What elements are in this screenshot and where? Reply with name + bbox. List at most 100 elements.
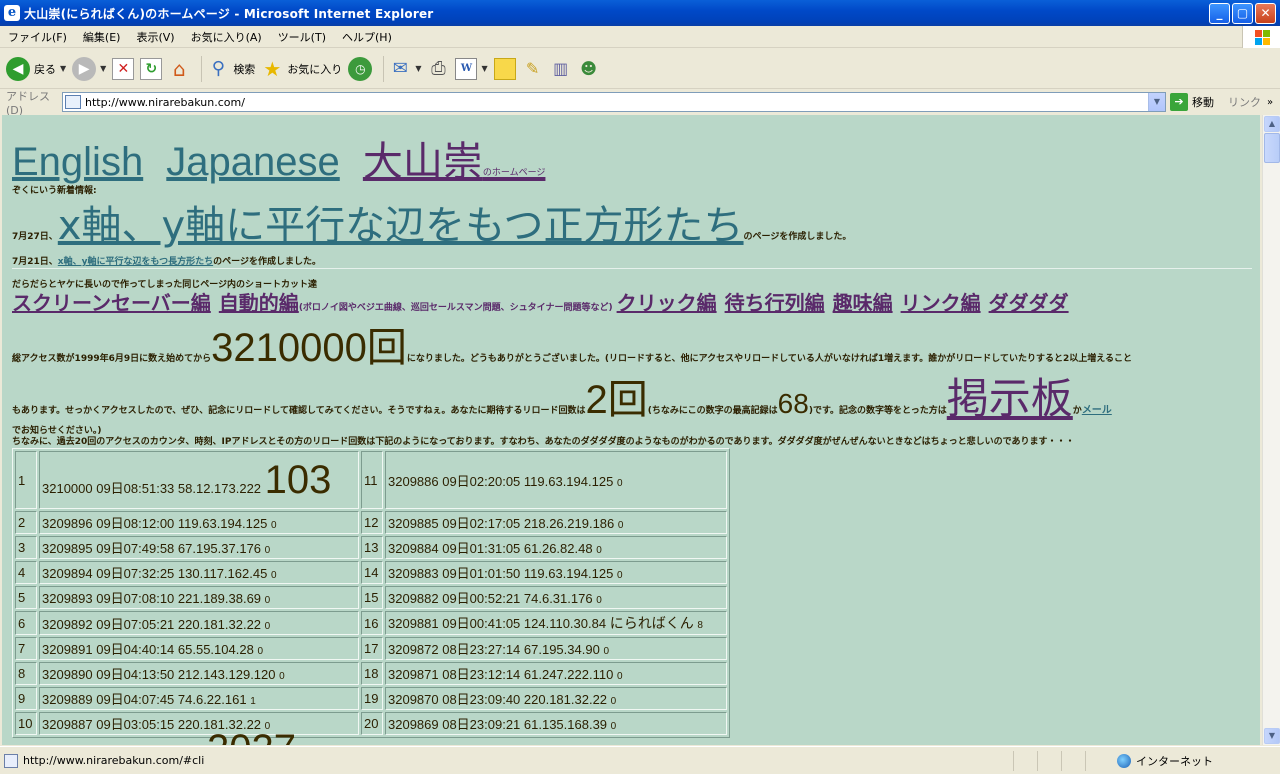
address-url[interactable]: http://www.nirarebakun.com/ [85,96,245,109]
reload-count: 0 [270,570,277,581]
shortcut-queue-link[interactable]: 待ち行列編 [725,291,825,315]
access-line2-mid2: )です。記念の数字等をとった方は [808,406,947,416]
log-entry-text: 3209881 09日00:41:05 124.110.30.84 [388,616,607,631]
edit-dropdown-icon[interactable]: ▼ [481,64,487,73]
log-entry: 3210000 09日08:51:33 58.12.173.222 103 [39,451,359,509]
news-item: 7月27日、x軸、y軸に平行な辺をもつ正方形たちのページを作成しました。 [12,193,851,251]
back-button[interactable]: ◀ 戻る ▼ [6,56,66,81]
search-label: 検索 [233,62,256,76]
home-button[interactable]: ⌂ [168,57,190,81]
links-chevron-icon[interactable]: » [1267,97,1273,108]
vertical-scrollbar[interactable]: ▲ ▼ [1262,115,1280,745]
go-label: 移動 [1192,96,1214,109]
back-dropdown-icon[interactable]: ▼ [60,64,66,73]
log-entry: 3209869 08日23:09:21 61.135.168.39 0 [385,712,727,735]
address-input[interactable]: http://www.nirarebakun.com/ ▼ [62,92,1166,112]
media-button[interactable]: ▥ [550,58,572,80]
table-row: 5 3209893 09日07:08:10 221.189.38.69 0 15 32… [15,586,727,609]
menu-favorites[interactable]: お気に入り(A) [183,29,270,45]
stop-button[interactable]: ✕ [112,57,135,80]
reload-count: 0 [603,646,609,657]
mail-button[interactable]: ✉ ▼ [389,58,422,80]
access-line-4: ちなみに、過去20回のアクセスのカウンタ、時刻、IPアドレスとその方のリロード回… [12,437,1075,447]
address-label: アドレス(D) [6,89,50,117]
research-button[interactable]: ✎ [522,58,544,80]
shortcut-screensaver-link[interactable]: スクリーンセーバー編 [12,291,211,315]
log-entry: 3209887 09日03:05:15 220.181.32.22 0 [39,712,359,735]
toolbar-separator [201,55,203,82]
row-number-text: 6 [18,615,26,631]
log-entry-text: 3209871 08日23:12:14 61.247.222.110 [388,667,614,682]
shortcut-click-link[interactable]: クリック編 [617,291,717,315]
reload-count: 0 [264,595,271,606]
log-entry: 3209890 09日04:13:50 212.143.129.120 0 [39,662,359,685]
address-dropdown-icon[interactable]: ▼ [1148,93,1165,111]
status-bar: http://www.nirarebakun.com/#cli インターネット [0,746,1280,774]
name-link[interactable]: 大山崇のホームページ [363,139,546,185]
edit-button[interactable]: W ▼ [455,57,488,80]
row-number-text: 1 [18,472,26,488]
menu-tools[interactable]: ツール(T) [270,29,334,45]
row-number-text: 17 [364,641,379,656]
discuss-button[interactable] [493,57,516,80]
messenger-button[interactable]: ☻ [578,58,600,80]
media-icon: ▥ [553,59,569,78]
scroll-thumb[interactable] [1264,133,1280,163]
shortcut-links-link[interactable]: リンク編 [901,291,981,315]
status-cell [1061,750,1085,771]
ka-text: か [1072,406,1082,416]
scroll-down-icon[interactable]: ▼ [1264,728,1280,744]
page-header: English Japanese 大山崇のホームページ [12,129,545,187]
news-suffix: のページを作成しました。 [213,257,321,267]
maximize-button[interactable]: ▢ [1232,3,1253,24]
menu-edit[interactable]: 編集(E) [75,29,129,45]
row-number: 3 [15,536,37,559]
history-button[interactable]: ◷ [348,56,373,81]
log-entry-text: 3209894 09日07:32:25 130.117.162.45 [42,566,268,581]
log-entry-text: 3209883 09日01:01:50 119.63.194.125 [388,566,614,581]
refresh-button[interactable]: ↻ [140,57,163,80]
reload-count: 0 [279,671,285,682]
mail-dropdown-icon[interactable]: ▼ [415,64,421,73]
access-line-2: もあります。せっかくアクセスしたので、ぜひ、記念にリロードして確認してみてくださ… [12,365,1112,426]
shortcut-hobby-link[interactable]: 趣味編 [833,291,893,315]
forward-dropdown-icon[interactable]: ▼ [100,64,106,73]
forward-arrow-icon: ▶ [72,56,97,81]
log-entry: 3209889 09日04:07:45 74.6.22.161 1 [39,687,359,710]
minimize-button[interactable]: _ [1209,3,1230,24]
menu-file[interactable]: ファイル(F) [0,29,75,45]
bbs-link[interactable]: 掲示板 [947,374,1073,423]
shortcut-dadada-link[interactable]: ダダダダ [989,291,1069,315]
ie-page-icon: e [4,5,20,21]
print-button[interactable]: ⎙ [427,58,449,80]
log-entry: 3209871 08日23:12:14 61.247.222.110 0 [385,662,727,685]
news-link-squares[interactable]: x軸、y軸に平行な辺をもつ正方形たち [58,203,744,249]
menu-help[interactable]: ヘルプ(H) [334,29,400,45]
mail-link[interactable]: メール [1082,405,1112,416]
word-edit-icon: W [455,57,478,80]
row-number: 14 [361,561,383,584]
log-entry-text: 3209891 09日04:40:14 65.55.104.28 [42,642,254,657]
window-title-bar[interactable]: e 大山崇(にらればくん)のホームページ - Microsoft Interne… [0,0,1280,26]
links-button[interactable]: リンク [1228,94,1261,110]
scroll-up-icon[interactable]: ▲ [1264,116,1280,132]
log-entry: 3209870 08日23:09:40 220.181.32.22 0 [385,687,727,710]
english-link[interactable]: English [12,140,143,184]
log-entry: 3209895 09日07:49:58 67.195.37.176 0 [39,536,359,559]
news-link-rectangles[interactable]: x軸、y軸に平行な辺をもつ長方形たち [58,257,213,267]
forward-button[interactable]: ▶ ▼ [72,56,106,81]
japanese-link[interactable]: Japanese [166,140,339,184]
favorites-button[interactable]: ★ お気に入り [261,57,342,81]
go-button[interactable]: ➔ 移動 [1170,93,1214,111]
log-entry: 3209882 09日00:52:21 74.6.31.176 0 [385,586,727,609]
menu-view[interactable]: 表示(V) [128,29,182,45]
reload-count: 0 [596,595,602,606]
row-number: 17 [361,637,383,660]
row-number: 20 [361,712,383,735]
log-entry: 3209884 09日01:31:05 61.26.82.48 0 [385,536,727,559]
shortcut-automatic-link[interactable]: 自動的編 [219,291,299,315]
row-number: 12 [361,511,383,534]
search-button[interactable]: ⚲ 検索 [207,58,256,80]
close-button[interactable]: ✕ [1255,3,1276,24]
row-number: 18 [361,662,383,685]
